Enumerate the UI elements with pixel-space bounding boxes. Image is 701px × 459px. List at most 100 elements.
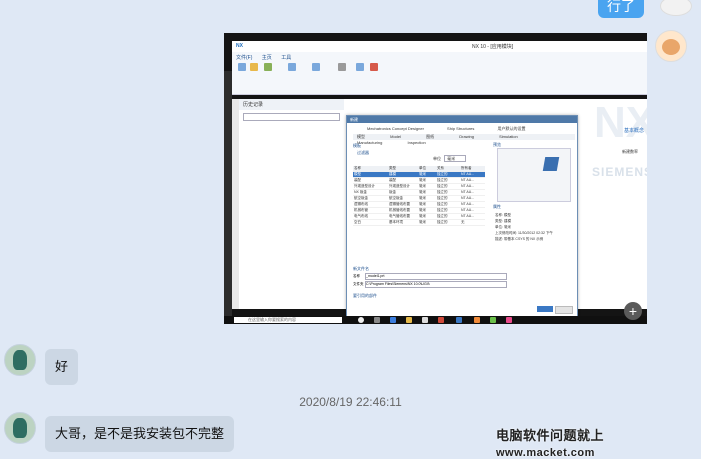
- sent-message-text: 行了: [607, 0, 635, 14]
- template-cell: 机械布管: [354, 208, 368, 212]
- store-icon: [422, 317, 428, 323]
- side-text-new: 新建数率: [622, 149, 638, 154]
- contact-avatar[interactable]: [4, 344, 36, 376]
- assembly-icon: [288, 63, 296, 71]
- image-message[interactable]: NX NX 10 - [应用模块] 文件(F) 主页 工具 历史记录 NX SI…: [224, 33, 647, 324]
- ref-section: 要引用的部件: [353, 293, 377, 298]
- message-text: 好: [55, 359, 69, 374]
- app-icon-pink: [506, 317, 512, 323]
- template-cell: 装配: [354, 178, 361, 182]
- zoom-image-button[interactable]: +: [624, 302, 642, 320]
- app-icon-blue: [456, 317, 462, 323]
- template-preview: [497, 148, 571, 202]
- dialog-tab-model-cn: 模型: [357, 134, 365, 139]
- template-cell: 毫米: [419, 208, 426, 212]
- watermark-url: www.macket.com: [496, 447, 595, 459]
- template-cell: 电气布线: [354, 214, 368, 218]
- dialog-tab-simulation: Simulation: [499, 134, 518, 139]
- cortana-icon: [358, 317, 364, 323]
- windows-taskbar: 在这里输入你要搜索的内容: [224, 316, 647, 324]
- nx-ribbon: 文件(F) 主页 工具: [232, 52, 647, 95]
- template-cell: 独立的: [437, 172, 448, 176]
- help-icon: [370, 63, 378, 71]
- template-cell: 逻辑布线: [354, 202, 368, 206]
- open-folder-icon: [250, 63, 258, 71]
- received-message-bubble[interactable]: 好: [45, 349, 79, 385]
- dialog-title: 新建: [347, 116, 577, 123]
- nx-logo: NX: [236, 43, 243, 49]
- folder-label: 文件夹: [353, 282, 364, 286]
- site-watermark: 电脑软件问题就上 www.macket.com: [496, 425, 701, 459]
- sent-message-bubble[interactable]: 行了: [598, 0, 644, 18]
- template-cell: 外观造型设计: [354, 184, 375, 188]
- nx-tab-tools: 工具: [281, 55, 292, 61]
- nx-title-bar: NX NX 10 - [应用模块]: [232, 41, 647, 52]
- template-table: 名称 类型 单位 关系 所有者 模型 建模 毫米 独立的 NT AU... 装配 装配 毫米独…: [353, 166, 485, 228]
- dialog-tab-drawing-cn: 图纸: [426, 134, 435, 139]
- contact-avatar[interactable]: [4, 412, 36, 444]
- template-cell: 独立的: [437, 184, 448, 188]
- template-cell: 独立的: [437, 208, 448, 212]
- template-cell: 独立的: [437, 220, 448, 224]
- template-cell: 独立的: [437, 178, 448, 182]
- unit-select: 毫米: [444, 155, 467, 162]
- nx-resource-bar: [232, 99, 239, 309]
- template-cell: 独立的: [437, 202, 448, 206]
- template-cell: NX 钣金: [354, 190, 367, 194]
- dialog-tab-ship: Ship Structures: [447, 126, 475, 131]
- template-cell: 装配: [389, 178, 396, 182]
- app-icon-orange: [474, 317, 480, 323]
- new-file-section: 新文件名: [353, 266, 369, 271]
- user-settings-icon: [312, 63, 320, 71]
- template-cell: NT AU...: [461, 196, 475, 200]
- desktop-icons-strip: [224, 71, 232, 316]
- explorer-icon: [406, 317, 412, 323]
- edge-icon: [390, 317, 396, 323]
- nx-tab-home: 主页: [261, 55, 272, 61]
- window-icon: [356, 63, 364, 71]
- self-avatar-image-message[interactable]: [655, 30, 687, 62]
- self-avatar[interactable]: [660, 0, 692, 16]
- template-cell: 钣金: [389, 190, 396, 194]
- properties-label: 属性: [493, 204, 501, 209]
- nx-tab-file: 文件(F): [236, 55, 253, 61]
- template-cell: 毫米: [419, 190, 426, 194]
- template-cell: 基本环境: [389, 220, 403, 224]
- col-relation: 关系: [437, 166, 444, 170]
- template-cell: 毫米: [419, 214, 426, 218]
- template-cell: 无: [461, 220, 465, 224]
- side-text-basic: 基本概念: [624, 128, 645, 134]
- app-icon-green: [490, 317, 496, 323]
- template-cell: 毫米: [419, 178, 426, 182]
- template-cell: 毫米: [419, 220, 426, 224]
- template-cell: NT AU...: [461, 214, 475, 218]
- app-icon-red: [438, 317, 444, 323]
- template-cell: NT AU...: [461, 172, 475, 176]
- dialog-tab-drawing: Drawing: [459, 134, 474, 139]
- received-message-bubble[interactable]: 大哥，是不是我安装包不完整: [45, 416, 235, 452]
- template-cell: 机械管线布置: [389, 208, 410, 212]
- template-cell: 建模: [389, 172, 396, 176]
- name-label: 名称: [353, 274, 360, 278]
- template-cell: 模型: [354, 172, 361, 176]
- template-cell: 逻辑管线布置: [389, 202, 410, 206]
- part-cube-icon: [542, 157, 560, 171]
- template-cell: 毫米: [419, 184, 426, 188]
- new-file-icon: [238, 63, 246, 71]
- dialog-tab-mcd: Mechatronics Concept Designer: [367, 126, 424, 131]
- template-cell: 外观造型设计: [389, 184, 410, 188]
- dialog-tab-user: 用户默认的设置: [497, 126, 526, 131]
- nx-history-panel: 历史记录: [239, 99, 345, 309]
- cancel-button: 取消: [555, 306, 573, 321]
- col-unit: 单位: [419, 166, 426, 170]
- template-cell: 毫米: [419, 196, 426, 200]
- template-cell: 航空钣金: [389, 196, 403, 200]
- history-header: 历史记录: [239, 99, 344, 110]
- template-cell: NT AU...: [461, 208, 475, 212]
- property-line: 描述: 带基本 CSYS 的 NX 示例: [495, 237, 544, 241]
- history-combo: [243, 113, 340, 121]
- siemens-watermark: SIEMENS: [592, 165, 647, 179]
- dialog-tab-inspection: Inspection: [407, 140, 426, 145]
- template-cell: 独立的: [437, 214, 448, 218]
- template-cell: 空白: [354, 220, 361, 224]
